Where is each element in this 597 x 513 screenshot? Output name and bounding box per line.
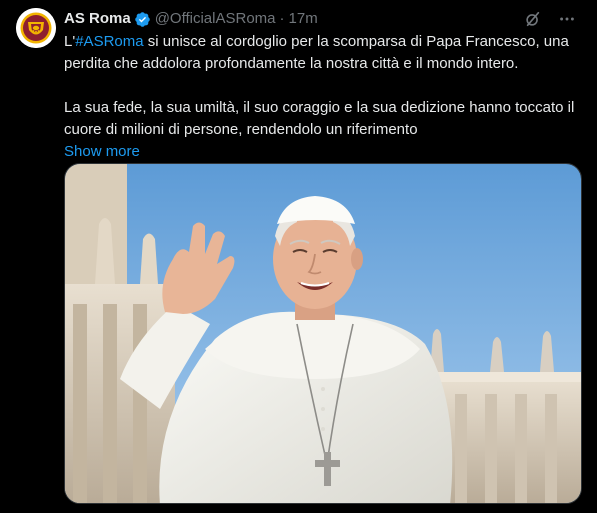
header-separator: · [279,10,285,27]
author-handle[interactable]: @OfficialASRoma [155,9,276,29]
tweet-paragraph-1: L'#ASRoma si unisce al cordoglio per la … [64,31,584,75]
tweet-header: AS Roma @OfficialASRoma · 17m [64,8,581,30]
tweet-timestamp[interactable]: 17m [289,9,318,29]
author-name[interactable]: AS Roma [64,9,131,29]
as-roma-crest-icon [16,8,56,48]
tweet-text: L'#ASRoma si unisce al cordoglio per la … [64,31,584,163]
author-avatar[interactable] [16,8,56,48]
tweet-media-photo[interactable] [64,163,582,504]
more-options-button[interactable] [553,8,581,30]
grok-button[interactable] [519,8,547,30]
verified-badge-icon[interactable] [134,11,151,28]
text-prefix: L' [64,33,76,50]
tweet-paragraph-2: La sua fede, la sua umiltà, il suo corag… [64,99,575,138]
show-more-link[interactable]: Show more [64,141,584,163]
pope-waving-photo [65,164,581,503]
grok-icon [526,11,540,27]
tweet-card[interactable]: AS Roma @OfficialASRoma · 17m L'#ASRoma … [0,0,597,513]
hashtag-link[interactable]: #ASRoma [75,33,143,50]
more-options-icon [560,17,574,21]
header-actions [519,8,581,30]
